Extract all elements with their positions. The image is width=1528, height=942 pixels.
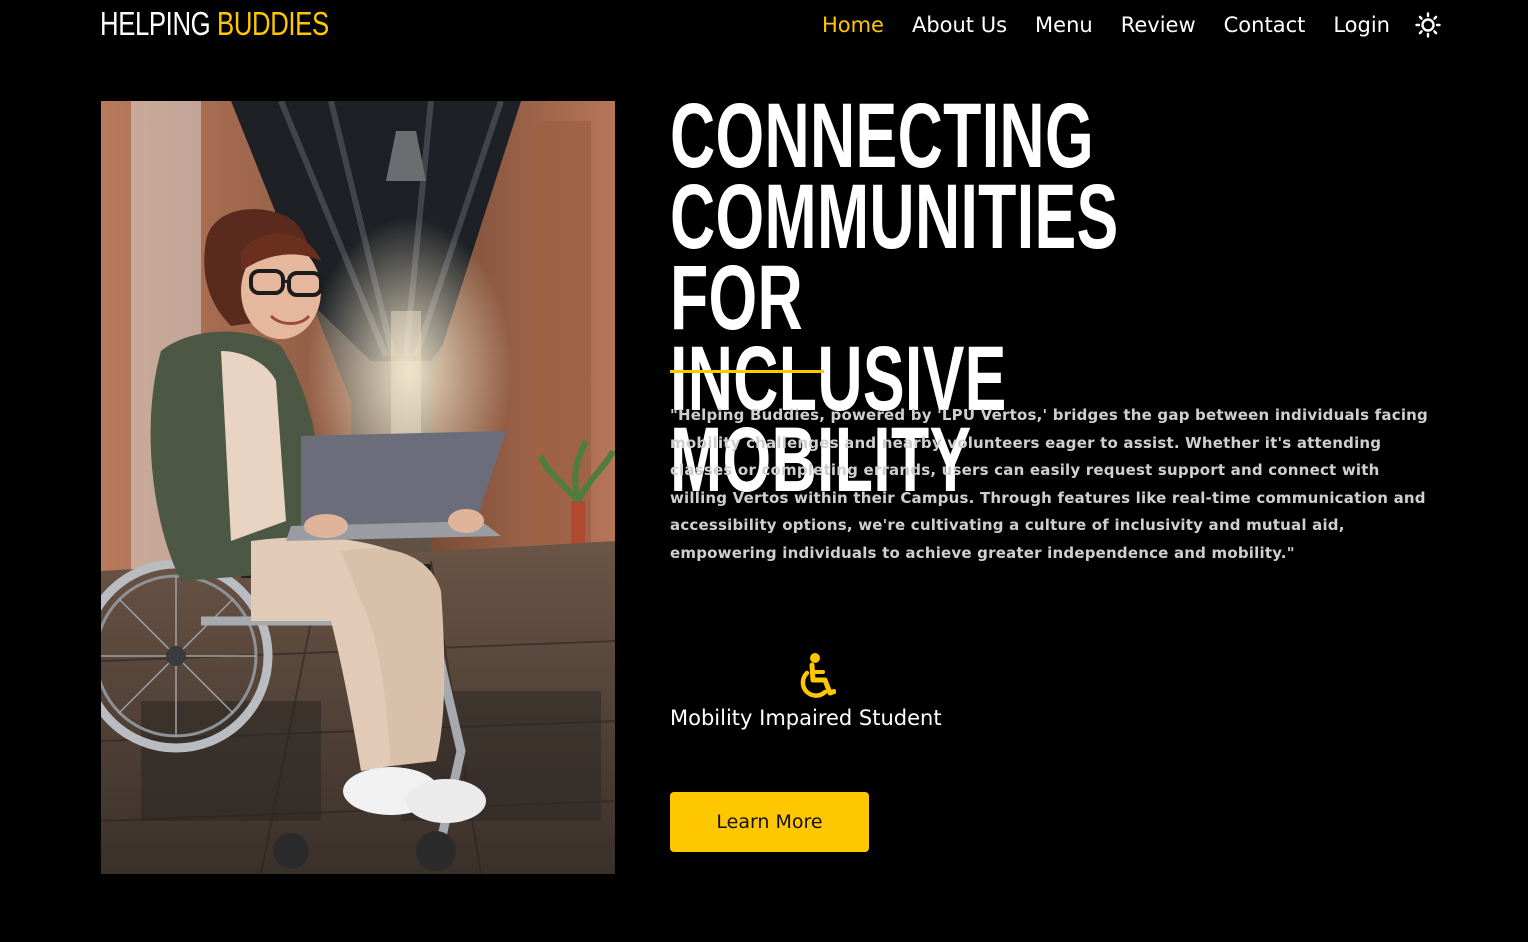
hero-description: "Helping Buddies, powered by 'LPU Vertos…	[670, 406, 1428, 562]
learn-more-button[interactable]: Learn More	[670, 792, 869, 852]
woman-in-wheelchair-with-laptop-photo	[101, 101, 615, 874]
site-header: HELPING BUDDIES Home About Us Menu Revie…	[0, 0, 1528, 50]
feature-label: Mobility Impaired Student	[670, 706, 942, 730]
nav-review[interactable]: Review	[1121, 13, 1196, 37]
brand-logo[interactable]: HELPING BUDDIES	[100, 4, 329, 44]
feature-mobility-impaired: Mobility Impaired Student	[670, 652, 970, 742]
sun-icon	[1415, 12, 1441, 38]
title-underline	[670, 370, 824, 373]
nav-menu[interactable]: Menu	[1035, 13, 1093, 37]
nav-contact[interactable]: Contact	[1224, 13, 1306, 37]
brand-name-part2: BUDDIES	[217, 5, 329, 42]
nav-home[interactable]: Home	[822, 13, 884, 37]
nav-about-us[interactable]: About Us	[912, 13, 1007, 37]
theme-toggle-button[interactable]	[1414, 11, 1442, 39]
hero-photo	[101, 101, 615, 874]
wheelchair-icon	[800, 653, 836, 698]
brand-name-part1: HELPING	[100, 5, 211, 42]
main-nav: Home About Us Menu Review Contact Login	[794, 8, 1442, 42]
nav-login[interactable]: Login	[1333, 13, 1390, 37]
